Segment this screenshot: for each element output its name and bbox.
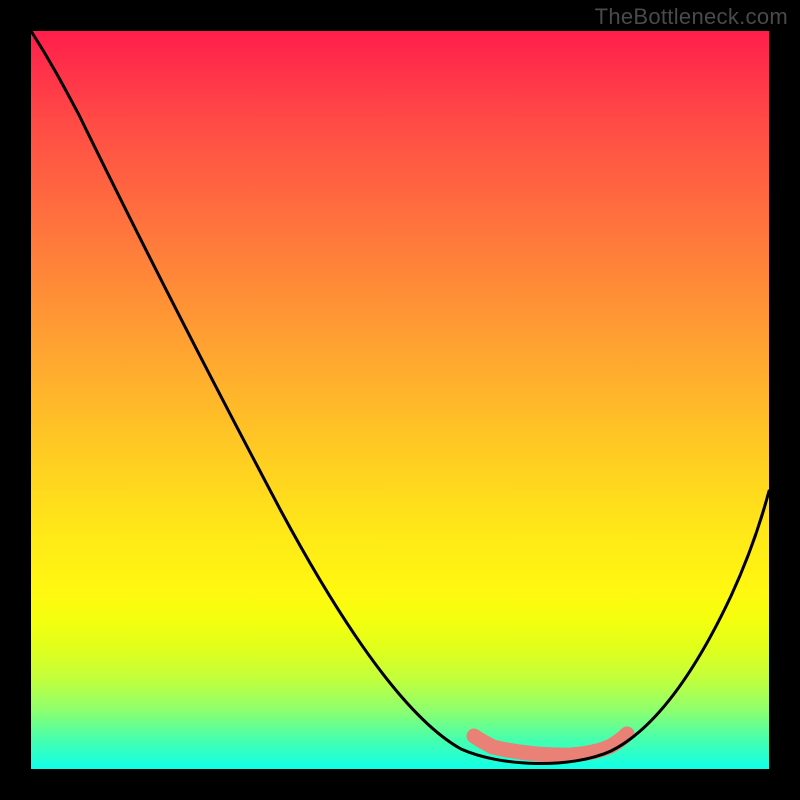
chart-container: TheBottleneck.com [0,0,800,800]
watermark-text: TheBottleneck.com [595,4,788,30]
bottleneck-curve-path [31,31,769,764]
coral-band-path [474,734,627,755]
plot-area [31,31,769,769]
chart-svg [31,31,769,769]
